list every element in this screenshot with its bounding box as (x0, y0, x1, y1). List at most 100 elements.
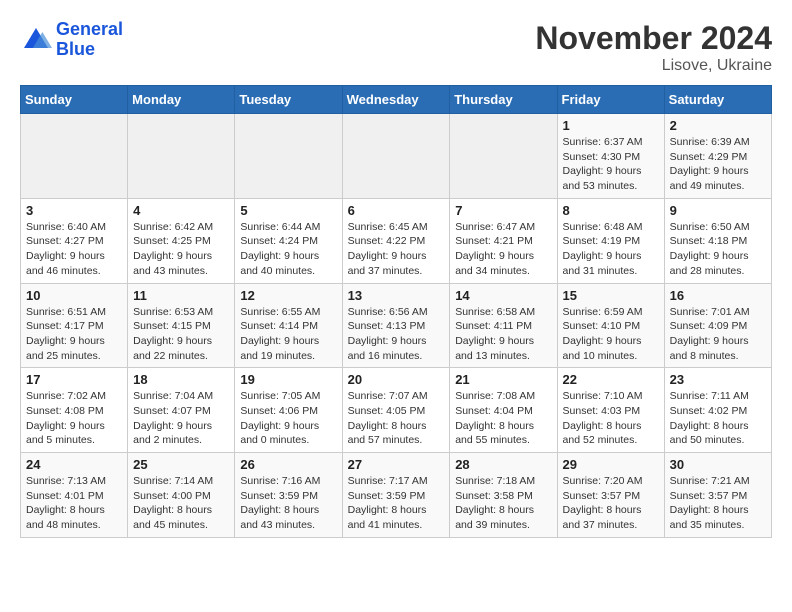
week-row-2: 3Sunrise: 6:40 AM Sunset: 4:27 PM Daylig… (21, 198, 772, 283)
day-number: 21 (455, 372, 551, 387)
calendar-cell: 5 Sunrise: 6:44 AM Sunset: 4:24 PM Daylig… (235, 198, 342, 283)
calendar-cell: 25Sunrise: 7:14 AM Sunset: 4:00 PM Dayli… (128, 453, 235, 538)
calendar-cell (235, 114, 342, 199)
calendar-cell: 18Sunrise: 7:04 AM Sunset: 4:07 PM Dayli… (128, 368, 235, 453)
calendar-cell: 6 Sunrise: 6:45 AM Sunset: 4:22 PM Daylig… (342, 198, 450, 283)
page-header: General Blue November 2024 Lisove, Ukrai… (20, 20, 772, 75)
day-number: 22 (563, 372, 659, 387)
calendar-cell: 22 Sunrise: 7:10 AM Sunset: 4:03 PM Dayli… (557, 368, 664, 453)
day-info: Sunrise: 6:56 AM Sunset: 4:13 PM Dayligh… (348, 305, 445, 364)
day-info: Sunrise: 7:07 AM Sunset: 4:05 PM Dayligh… (348, 389, 445, 448)
day-info: Sunrise: 6:37 AM Sunset: 4:30 PM Dayligh… (563, 135, 659, 194)
day-number: 30 (670, 457, 766, 472)
month-title: November 2024 (535, 20, 772, 57)
weekday-header-thursday: Thursday (450, 86, 557, 114)
day-number: 29 (563, 457, 659, 472)
day-info: Sunrise: 7:10 AM Sunset: 4:03 PM Dayligh… (563, 389, 659, 448)
calendar-cell: 14 Sunrise: 6:58 AM Sunset: 4:11 PM Dayli… (450, 283, 557, 368)
calendar-cell: 17 Sunrise: 7:02 AM Sunset: 4:08 PM Dayli… (21, 368, 128, 453)
calendar-cell: 9 Sunrise: 6:50 AM Sunset: 4:18 PM Daylig… (664, 198, 771, 283)
calendar-cell: 3Sunrise: 6:40 AM Sunset: 4:27 PM Daylig… (21, 198, 128, 283)
calendar-table: SundayMondayTuesdayWednesdayThursdayFrid… (20, 85, 772, 538)
location: Lisove, Ukraine (535, 57, 772, 75)
day-info: Sunrise: 6:50 AM Sunset: 4:18 PM Dayligh… (670, 220, 766, 279)
day-number: 15 (563, 288, 659, 303)
calendar-cell: 24Sunrise: 7:13 AM Sunset: 4:01 PM Dayli… (21, 453, 128, 538)
calendar-cell: 7Sunrise: 6:47 AM Sunset: 4:21 PM Daylig… (450, 198, 557, 283)
day-number: 18 (133, 372, 229, 387)
day-info: Sunrise: 7:11 AM Sunset: 4:02 PM Dayligh… (670, 389, 766, 448)
calendar-cell: 4 Sunrise: 6:42 AM Sunset: 4:25 PM Daylig… (128, 198, 235, 283)
day-info: Sunrise: 7:01 AM Sunset: 4:09 PM Dayligh… (670, 305, 766, 364)
day-number: 16 (670, 288, 766, 303)
calendar-cell (450, 114, 557, 199)
calendar-cell: 30 Sunrise: 7:21 AM Sunset: 3:57 PM Dayli… (664, 453, 771, 538)
weekday-header-friday: Friday (557, 86, 664, 114)
day-info: Sunrise: 7:14 AM Sunset: 4:00 PM Dayligh… (133, 474, 229, 533)
day-info: Sunrise: 7:18 AM Sunset: 3:58 PM Dayligh… (455, 474, 551, 533)
week-row-3: 10Sunrise: 6:51 AM Sunset: 4:17 PM Dayli… (21, 283, 772, 368)
day-number: 13 (348, 288, 445, 303)
calendar-cell: 13 Sunrise: 6:56 AM Sunset: 4:13 PM Dayli… (342, 283, 450, 368)
week-row-4: 17 Sunrise: 7:02 AM Sunset: 4:08 PM Dayli… (21, 368, 772, 453)
day-info: Sunrise: 6:48 AM Sunset: 4:19 PM Dayligh… (563, 220, 659, 279)
calendar-cell: 16 Sunrise: 7:01 AM Sunset: 4:09 PM Dayli… (664, 283, 771, 368)
day-number: 5 (240, 203, 336, 218)
day-number: 14 (455, 288, 551, 303)
calendar-cell: 28Sunrise: 7:18 AM Sunset: 3:58 PM Dayli… (450, 453, 557, 538)
day-number: 19 (240, 372, 336, 387)
day-info: Sunrise: 7:05 AM Sunset: 4:06 PM Dayligh… (240, 389, 336, 448)
day-info: Sunrise: 7:02 AM Sunset: 4:08 PM Dayligh… (26, 389, 122, 448)
day-info: Sunrise: 6:45 AM Sunset: 4:22 PM Dayligh… (348, 220, 445, 279)
day-info: Sunrise: 6:58 AM Sunset: 4:11 PM Dayligh… (455, 305, 551, 364)
day-info: Sunrise: 6:42 AM Sunset: 4:25 PM Dayligh… (133, 220, 229, 279)
calendar-cell (128, 114, 235, 199)
day-number: 23 (670, 372, 766, 387)
day-info: Sunrise: 7:21 AM Sunset: 3:57 PM Dayligh… (670, 474, 766, 533)
logo-icon (20, 24, 52, 56)
week-row-1: 1 Sunrise: 6:37 AM Sunset: 4:30 PM Daylig… (21, 114, 772, 199)
day-info: Sunrise: 7:08 AM Sunset: 4:04 PM Dayligh… (455, 389, 551, 448)
week-row-5: 24Sunrise: 7:13 AM Sunset: 4:01 PM Dayli… (21, 453, 772, 538)
day-info: Sunrise: 6:59 AM Sunset: 4:10 PM Dayligh… (563, 305, 659, 364)
calendar-cell: 21 Sunrise: 7:08 AM Sunset: 4:04 PM Dayli… (450, 368, 557, 453)
weekday-header-saturday: Saturday (664, 86, 771, 114)
weekday-header-row: SundayMondayTuesdayWednesdayThursdayFrid… (21, 86, 772, 114)
calendar-cell (342, 114, 450, 199)
day-info: Sunrise: 7:17 AM Sunset: 3:59 PM Dayligh… (348, 474, 445, 533)
day-info: Sunrise: 6:47 AM Sunset: 4:21 PM Dayligh… (455, 220, 551, 279)
day-number: 10 (26, 288, 122, 303)
weekday-header-wednesday: Wednesday (342, 86, 450, 114)
day-number: 8 (563, 203, 659, 218)
day-info: Sunrise: 6:44 AM Sunset: 4:24 PM Dayligh… (240, 220, 336, 279)
day-number: 2 (670, 118, 766, 133)
day-number: 27 (348, 457, 445, 472)
day-number: 26 (240, 457, 336, 472)
calendar-cell: 11Sunrise: 6:53 AM Sunset: 4:15 PM Dayli… (128, 283, 235, 368)
calendar-cell: 8 Sunrise: 6:48 AM Sunset: 4:19 PM Daylig… (557, 198, 664, 283)
day-number: 17 (26, 372, 122, 387)
title-block: November 2024 Lisove, Ukraine (535, 20, 772, 75)
day-number: 9 (670, 203, 766, 218)
day-number: 20 (348, 372, 445, 387)
day-info: Sunrise: 6:39 AM Sunset: 4:29 PM Dayligh… (670, 135, 766, 194)
calendar-cell: 20 Sunrise: 7:07 AM Sunset: 4:05 PM Dayli… (342, 368, 450, 453)
calendar-cell: 26 Sunrise: 7:16 AM Sunset: 3:59 PM Dayli… (235, 453, 342, 538)
calendar-cell: 10Sunrise: 6:51 AM Sunset: 4:17 PM Dayli… (21, 283, 128, 368)
day-info: Sunrise: 7:20 AM Sunset: 3:57 PM Dayligh… (563, 474, 659, 533)
calendar-cell: 23 Sunrise: 7:11 AM Sunset: 4:02 PM Dayli… (664, 368, 771, 453)
day-number: 6 (348, 203, 445, 218)
calendar-cell: 2 Sunrise: 6:39 AM Sunset: 4:29 PM Daylig… (664, 114, 771, 199)
weekday-header-monday: Monday (128, 86, 235, 114)
weekday-header-tuesday: Tuesday (235, 86, 342, 114)
day-info: Sunrise: 7:16 AM Sunset: 3:59 PM Dayligh… (240, 474, 336, 533)
calendar-cell: 27 Sunrise: 7:17 AM Sunset: 3:59 PM Dayli… (342, 453, 450, 538)
day-number: 1 (563, 118, 659, 133)
calendar-cell: 12Sunrise: 6:55 AM Sunset: 4:14 PM Dayli… (235, 283, 342, 368)
day-info: Sunrise: 6:53 AM Sunset: 4:15 PM Dayligh… (133, 305, 229, 364)
day-number: 4 (133, 203, 229, 218)
calendar-cell: 15 Sunrise: 6:59 AM Sunset: 4:10 PM Dayli… (557, 283, 664, 368)
calendar-cell: 19 Sunrise: 7:05 AM Sunset: 4:06 PM Dayli… (235, 368, 342, 453)
weekday-header-sunday: Sunday (21, 86, 128, 114)
calendar-cell (21, 114, 128, 199)
